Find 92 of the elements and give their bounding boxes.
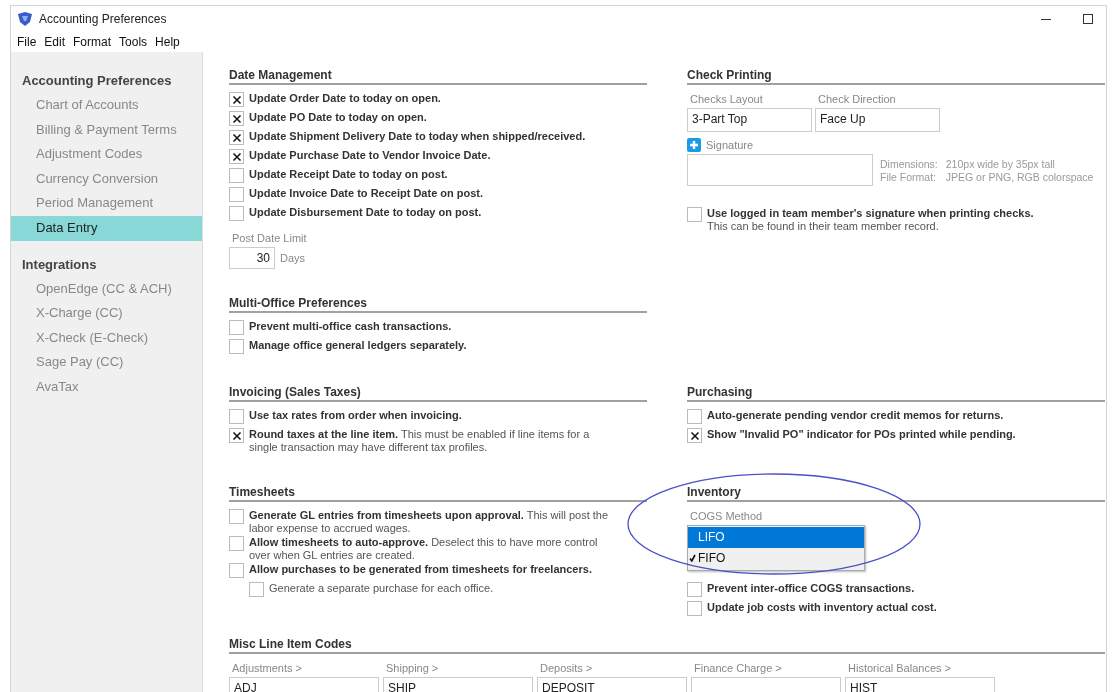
spec-value: JPEG or PNG, RGB colorspace [945, 170, 1094, 183]
option-label: Auto-generate pending vendor credit memos for returns. [707, 408, 1004, 422]
checkbox[interactable] [229, 339, 244, 354]
maximize-icon [1083, 14, 1093, 24]
menu-item[interactable]: File [14, 35, 40, 49]
checkbox[interactable] [249, 582, 264, 597]
section-title: Check Printing [687, 68, 1105, 85]
option-label: Allow purchases to be generated from timesheets for freelancers. [249, 562, 592, 576]
field-label: COGS Method [690, 510, 764, 522]
checkbox[interactable] [229, 168, 244, 183]
option-label: Manage office general ledgers separately. [249, 338, 467, 352]
option-label: Update PO Date to today on open. [249, 110, 427, 124]
signature-field[interactable] [687, 154, 873, 186]
field-label: Adjustments > [232, 662, 303, 674]
check-mark-icon [689, 554, 696, 562]
field-label: Checks Layout [690, 93, 764, 105]
field-label: Shipping > [386, 662, 440, 674]
checkbox[interactable] [687, 409, 702, 424]
checkbox[interactable] [229, 409, 244, 424]
checkbox[interactable] [229, 187, 244, 202]
checkbox[interactable] [229, 92, 244, 107]
code-field[interactable]: SHIP [383, 677, 533, 692]
sidebar-heading: Integrations [21, 255, 98, 274]
sidebar-item[interactable]: Data Entry [11, 215, 202, 241]
number-field[interactable]: 30 [229, 247, 275, 269]
option-label: Update Invoice Date to Receipt Date on post. [249, 186, 484, 200]
section-title: Purchasing [687, 385, 1105, 402]
field-label: Check Direction [818, 93, 897, 105]
checkbox[interactable] [229, 509, 244, 524]
checkbox[interactable] [687, 582, 702, 597]
section-title: Multi-Office Preferences [229, 296, 647, 313]
x-mark-icon [231, 94, 242, 105]
checkbox[interactable] [229, 428, 244, 443]
x-mark-icon [689, 430, 700, 441]
option-label: Round taxes at the line item. This must be enabled if line items for a single transaction may have different tax profiles. [249, 427, 591, 454]
checkbox[interactable] [229, 320, 244, 335]
code-field[interactable]: DEPOSIT [537, 677, 687, 692]
unit-label: Days [280, 252, 306, 264]
x-mark-icon [231, 113, 242, 124]
option-label: Generate a separate purchase for each office. [269, 581, 494, 595]
checkbox[interactable] [687, 601, 702, 616]
app-logo-icon [17, 12, 33, 26]
x-mark-icon [231, 132, 242, 143]
option-label: Prevent multi-office cash transactions. [249, 319, 452, 333]
section-title: Misc Line Item Codes [229, 637, 1105, 654]
code-field[interactable]: HIST [845, 677, 995, 692]
field-label: Signature [706, 139, 754, 151]
sidebar-heading: Accounting Preferences [21, 72, 173, 90]
window-title: Accounting Preferences [39, 12, 167, 26]
option-label: Prevent inter-office COGS transactions. [707, 581, 915, 595]
section-title: Date Management [229, 68, 647, 85]
spec-name: Dimensions: [880, 157, 938, 170]
option-label: Generate GL entries from timesheets upon approval. This will post the labor expense to accrued wages. [249, 508, 610, 535]
checkbox[interactable] [229, 149, 244, 164]
section-title: Inventory [687, 485, 1105, 502]
menu-item[interactable]: Tools [116, 35, 151, 49]
checkbox[interactable] [229, 130, 244, 145]
option-label: Update Shipment Delivery Date to today when shipped/received. [249, 129, 586, 143]
field-label: Finance Charge > [694, 662, 783, 674]
field-label: Deposits > [540, 662, 594, 674]
checkbox[interactable] [229, 206, 244, 221]
spec-name: File Format: [880, 170, 937, 183]
dropdown-field[interactable]: Face Up [815, 108, 940, 132]
section-title: Invoicing (Sales Taxes) [229, 385, 647, 402]
option-label: Update Disbursement Date to today on post. [249, 205, 482, 219]
checkbox[interactable] [687, 207, 702, 222]
option-label: Show "Invalid PO" indicator for POs printed while pending. [707, 427, 1016, 441]
section-title: Timesheets [229, 485, 647, 502]
dropdown-field[interactable]: 3-Part Top [687, 108, 812, 132]
checkbox[interactable] [229, 536, 244, 551]
option-label: Update Order Date to today on open. [249, 91, 441, 105]
option-label: Allow timesheets to auto-approve. Deselect this to have more control over when GL entries are created. [249, 535, 599, 562]
option-label: Update Receipt Date to today on post. [249, 167, 448, 181]
menu-item[interactable]: Help [152, 35, 183, 49]
dropdown-option[interactable]: LIFO [688, 527, 864, 548]
x-mark-icon [231, 151, 242, 162]
add-icon[interactable] [687, 138, 701, 152]
field-label: Post Date Limit [232, 232, 308, 244]
option-label: Update job costs with inventory actual cost. [707, 600, 937, 614]
menu-item[interactable]: Format [70, 35, 115, 49]
option-label: Update Purchase Date to Vendor Invoice Date. [249, 148, 491, 162]
x-mark-icon [231, 430, 242, 441]
menu-item[interactable]: Edit [41, 35, 69, 49]
dropdown-option[interactable]: FIFO [688, 548, 864, 569]
option-label: Use tax rates from order when invoicing. [249, 408, 462, 422]
checkbox[interactable] [687, 428, 702, 443]
code-field[interactable]: ADJ [229, 677, 379, 692]
option-label: Use logged in team member's signature when printing checks. This can be found in their team member record. [707, 206, 1034, 233]
spec-value: 210px wide by 35px tall [945, 157, 1056, 170]
checkbox[interactable] [229, 111, 244, 126]
checkbox[interactable] [229, 563, 244, 578]
field-label: Historical Balances > [848, 662, 953, 674]
